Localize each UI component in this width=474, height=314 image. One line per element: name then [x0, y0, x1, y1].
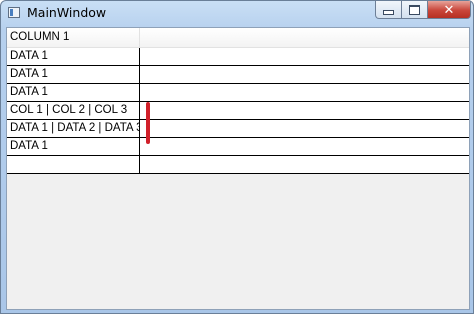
row-filler [140, 138, 469, 155]
table-cell[interactable]: DATA 1 | DATA 2 | DATA 3 [7, 120, 140, 137]
close-icon: ✕ [443, 1, 455, 17]
title-bar[interactable]: MainWindow ✕ [1, 1, 473, 27]
row-filler [140, 120, 469, 137]
maximize-button[interactable] [402, 1, 428, 19]
column-header-filler [140, 28, 469, 47]
table-row[interactable]: DATA 1 | DATA 2 | DATA 3 [7, 120, 469, 138]
column-header[interactable]: COLUMN 1 [7, 28, 140, 47]
table-cell[interactable]: DATA 1 [7, 84, 140, 101]
maximize-icon [409, 4, 420, 15]
app-window-icon [8, 7, 20, 18]
close-button[interactable]: ✕ [428, 1, 471, 19]
data-grid[interactable]: COLUMN 1 DATA 1 DATA 1 DATA 1 COL 1 | CO… [7, 28, 469, 174]
row-filler [140, 66, 469, 83]
new-row-placeholder[interactable] [7, 156, 469, 174]
table-row[interactable]: DATA 1 [7, 48, 469, 66]
grid-header-row: COLUMN 1 [7, 28, 469, 48]
table-row[interactable]: COL 1 | COL 2 | COL 3 [7, 102, 469, 120]
table-cell[interactable]: DATA 1 [7, 138, 140, 155]
main-window: MainWindow ✕ COLUMN 1 DATA 1 DATA 1 DATA… [0, 0, 474, 314]
table-row[interactable]: DATA 1 [7, 138, 469, 156]
table-row[interactable]: DATA 1 [7, 66, 469, 84]
minimize-button[interactable] [375, 1, 402, 19]
row-filler [140, 156, 469, 173]
row-filler [140, 84, 469, 101]
window-content: COLUMN 1 DATA 1 DATA 1 DATA 1 COL 1 | CO… [6, 27, 470, 310]
table-cell[interactable]: DATA 1 [7, 66, 140, 83]
window-title: MainWindow [27, 5, 107, 20]
table-cell[interactable]: COL 1 | COL 2 | COL 3 [7, 102, 140, 119]
row-filler [140, 48, 469, 65]
table-cell[interactable] [7, 156, 140, 173]
minimize-icon [383, 10, 394, 15]
row-filler [140, 102, 469, 119]
table-row[interactable]: DATA 1 [7, 84, 469, 102]
highlight-marker [146, 102, 150, 144]
table-cell[interactable]: DATA 1 [7, 48, 140, 65]
